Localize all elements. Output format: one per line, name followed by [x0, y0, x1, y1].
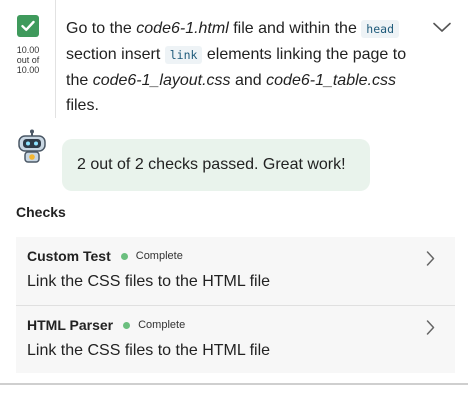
filename-table-css: code6-1_table.css	[266, 72, 396, 89]
task-header: 10.00 out of 10.00 Go to the code6-1.htm…	[0, 0, 468, 120]
task-instructions: Go to the code6-1.html file and within t…	[66, 16, 422, 118]
check-name: HTML Parser	[27, 317, 114, 333]
score: 10.00 out of 10.00	[0, 45, 56, 75]
check-header: HTML Parser Complete	[27, 317, 185, 333]
task-text-segment: and	[230, 72, 267, 89]
divider	[0, 383, 468, 385]
filename-layout-css: code6-1_layout.css	[92, 72, 231, 89]
robot-icon	[14, 129, 50, 165]
check-description: Link the CSS files to the HTML file	[27, 342, 271, 359]
check-name: Custom Test	[27, 248, 111, 264]
checks-title: Checks	[16, 204, 66, 220]
checkmark-icon	[17, 15, 39, 37]
filename-html: code6-1.html	[136, 20, 229, 37]
check-item-html-parser[interactable]: HTML Parser Complete Link the CSS files …	[16, 305, 455, 373]
status-dot	[120, 252, 128, 260]
score-separator: out of	[16, 55, 40, 65]
code-link: link	[164, 46, 203, 64]
chevron-down-icon[interactable]	[433, 20, 451, 38]
status-badge: Complete	[138, 319, 186, 331]
task-text-segment: section insert	[66, 46, 165, 63]
score-value: 10.00	[16, 45, 40, 55]
chevron-right-icon[interactable]	[426, 320, 435, 340]
status-dot	[123, 321, 131, 329]
check-header: Custom Test Complete	[27, 248, 183, 264]
feedback-bubble: 2 out of 2 checks passed. Great work!	[62, 139, 370, 191]
score-max: 10.00	[16, 65, 40, 75]
task-text-segment: file and within the	[228, 20, 362, 37]
code-head: head	[361, 20, 399, 38]
task-text-segment: files.	[66, 97, 99, 114]
task-text-segment: Go to the	[66, 20, 137, 37]
status-badge: Complete	[135, 250, 183, 262]
check-description: Link the CSS files to the HTML file	[27, 273, 271, 290]
score-column: 10.00 out of 10.00	[0, 0, 56, 118]
check-item-custom-test[interactable]: Custom Test Complete Link the CSS files …	[16, 237, 455, 305]
chevron-right-icon[interactable]	[426, 251, 435, 271]
